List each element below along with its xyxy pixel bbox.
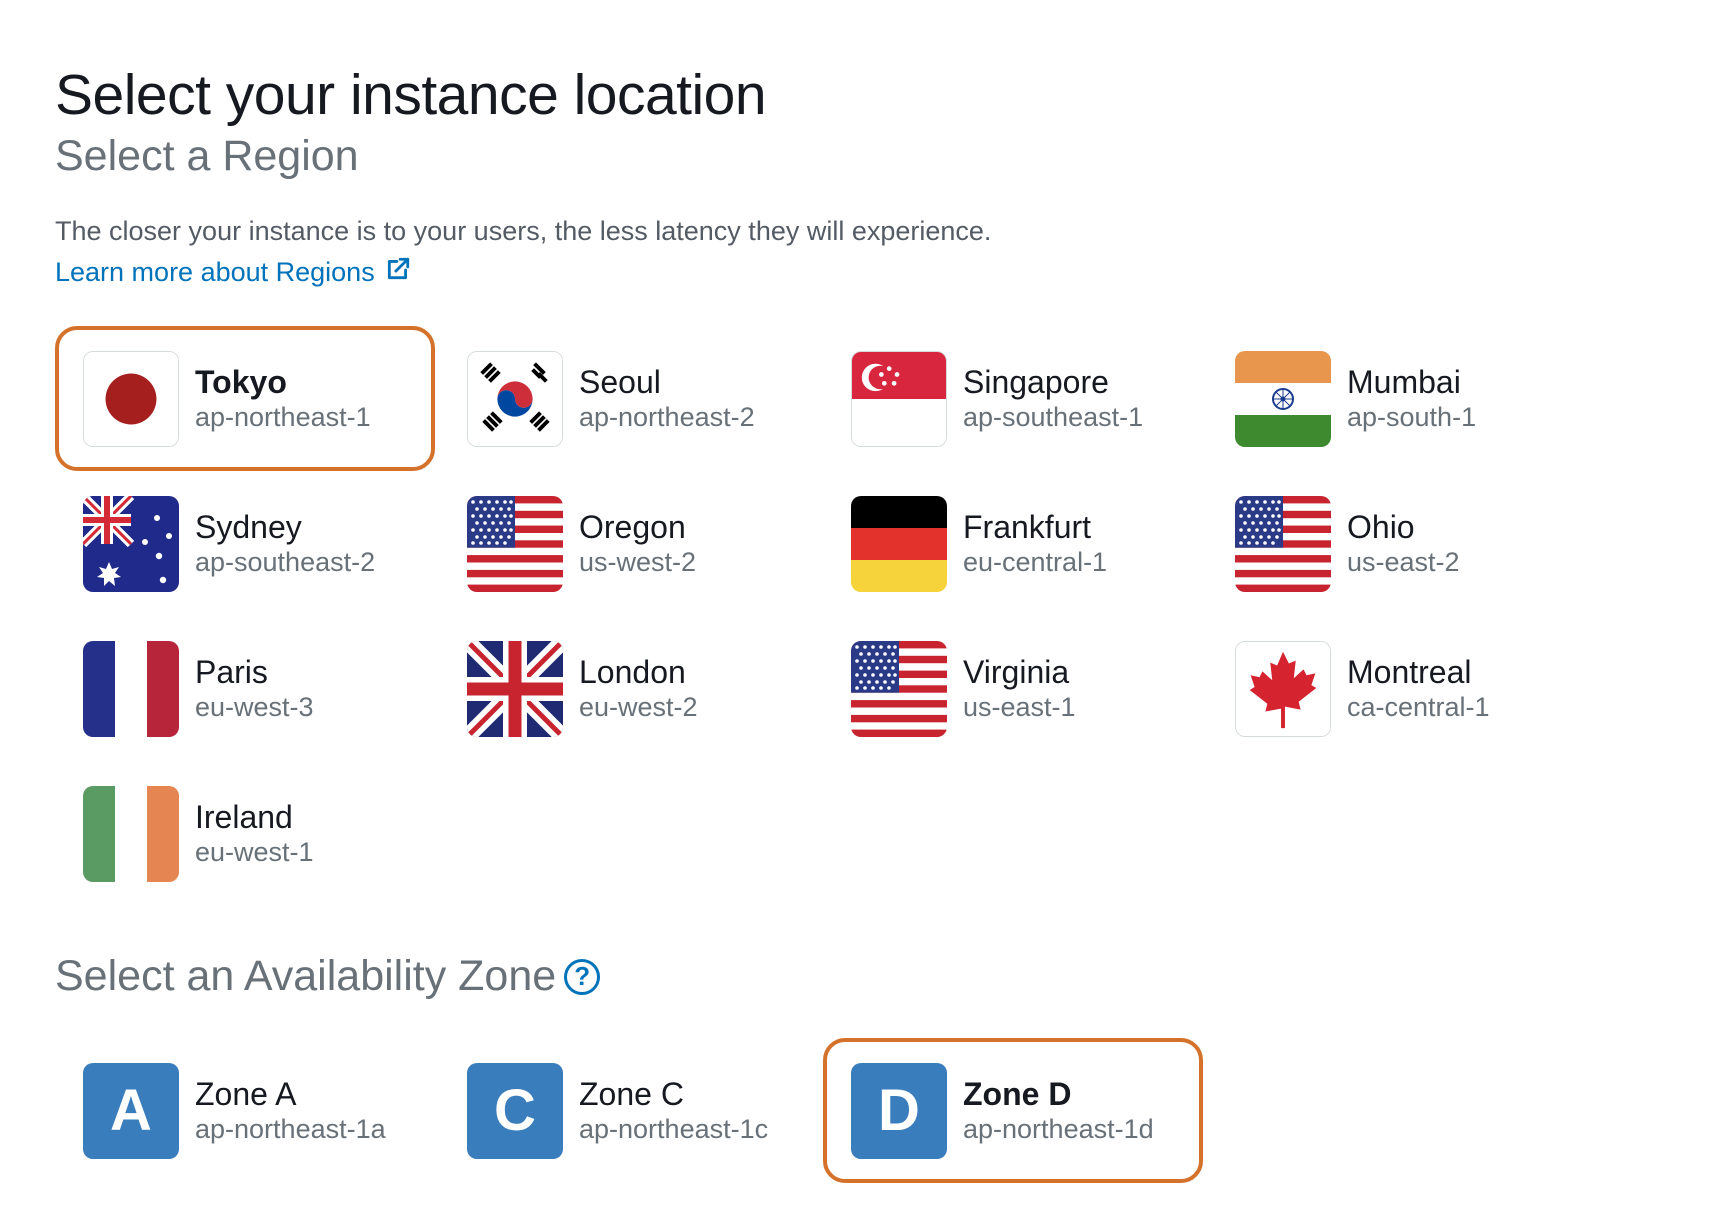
region-tile-paris[interactable]: Paris eu-west-3 bbox=[55, 616, 435, 761]
region-name: Tokyo bbox=[195, 363, 287, 400]
germany-flag-icon bbox=[851, 495, 947, 592]
zone-code: ap-northeast-1c bbox=[579, 1114, 769, 1145]
region-tile-london[interactable]: London eu-west-2 bbox=[439, 616, 819, 761]
region-code: ap-southeast-2 bbox=[195, 547, 376, 578]
region-name: Oregon bbox=[579, 508, 686, 545]
region-grid: Tokyo ap-northeast-1 Seoul ap-northeast-… bbox=[55, 326, 1595, 906]
region-name: Montreal bbox=[1347, 653, 1472, 690]
region-name: Singapore bbox=[963, 363, 1109, 400]
region-name: Mumbai bbox=[1347, 363, 1461, 400]
region-tile-sydney[interactable]: Sydney ap-southeast-2 bbox=[55, 471, 435, 616]
japan-flag-icon bbox=[83, 350, 179, 447]
external-link-icon bbox=[385, 256, 411, 289]
help-icon[interactable]: ? bbox=[564, 958, 601, 995]
usa-flag-icon bbox=[1235, 495, 1331, 592]
region-description: The closer your instance is to your user… bbox=[55, 216, 992, 246]
region-tile-virginia[interactable]: Virginia us-east-1 bbox=[823, 616, 1203, 761]
australia-flag-icon bbox=[83, 495, 179, 592]
region-code: ca-central-1 bbox=[1347, 692, 1490, 723]
region-tile-ireland[interactable]: Ireland eu-west-1 bbox=[55, 761, 435, 906]
region-tile-oregon[interactable]: Oregon us-west-2 bbox=[439, 471, 819, 616]
region-code: us-east-1 bbox=[963, 692, 1076, 723]
region-code: eu-west-2 bbox=[579, 692, 698, 723]
region-name: London bbox=[579, 653, 686, 690]
region-code: ap-south-1 bbox=[1347, 402, 1477, 433]
region-name: Ohio bbox=[1347, 508, 1415, 545]
france-flag-icon bbox=[83, 640, 179, 737]
region-tile-tokyo[interactable]: Tokyo ap-northeast-1 bbox=[55, 326, 435, 471]
zone-tile-a[interactable]: A Zone A ap-northeast-1a bbox=[55, 1038, 435, 1183]
singapore-flag-icon bbox=[851, 350, 947, 447]
zone-name: Zone A bbox=[195, 1075, 297, 1112]
zone-heading: Select an Availability Zone bbox=[55, 952, 557, 1000]
region-code: eu-west-3 bbox=[195, 692, 314, 723]
region-name: Ireland bbox=[195, 798, 293, 835]
region-code: ap-northeast-1 bbox=[195, 402, 371, 433]
zone-grid: A Zone A ap-northeast-1a C Zone C ap-nor… bbox=[55, 1038, 1595, 1183]
region-code: us-east-2 bbox=[1347, 547, 1460, 578]
region-code: ap-southeast-1 bbox=[963, 402, 1144, 433]
region-name: Paris bbox=[195, 653, 268, 690]
zone-c-icon: C bbox=[467, 1062, 563, 1159]
zone-d-icon: D bbox=[851, 1062, 947, 1159]
region-name: Frankfurt bbox=[963, 508, 1092, 545]
zone-code: ap-northeast-1d bbox=[963, 1114, 1154, 1145]
region-tile-frankfurt[interactable]: Frankfurt eu-central-1 bbox=[823, 471, 1203, 616]
region-tile-montreal[interactable]: Montreal ca-central-1 bbox=[1207, 616, 1587, 761]
region-tile-singapore[interactable]: Singapore ap-southeast-1 bbox=[823, 326, 1203, 471]
zone-code: ap-northeast-1a bbox=[195, 1114, 386, 1145]
page-title: Select your instance location bbox=[55, 63, 767, 127]
india-flag-icon bbox=[1235, 350, 1331, 447]
region-tile-mumbai[interactable]: Mumbai ap-south-1 bbox=[1207, 326, 1587, 471]
zone-heading-row: Select an Availability Zone ? bbox=[55, 952, 601, 1001]
canada-flag-icon bbox=[1235, 640, 1331, 737]
region-code: us-west-2 bbox=[579, 547, 697, 578]
zone-tile-d[interactable]: D Zone D ap-northeast-1d bbox=[823, 1038, 1203, 1183]
learn-more-label: Learn more about Regions bbox=[55, 257, 375, 287]
region-code: eu-west-1 bbox=[195, 837, 314, 868]
learn-more-regions-link[interactable]: Learn more about Regions bbox=[55, 256, 411, 289]
zone-tile-c[interactable]: C Zone C ap-northeast-1c bbox=[439, 1038, 819, 1183]
zone-a-icon: A bbox=[83, 1062, 179, 1159]
region-name: Sydney bbox=[195, 508, 302, 545]
region-name: Seoul bbox=[579, 363, 661, 400]
south-korea-flag-icon bbox=[467, 350, 563, 447]
region-tile-ohio[interactable]: Ohio us-east-2 bbox=[1207, 471, 1587, 616]
usa-flag-icon bbox=[467, 495, 563, 592]
region-tile-seoul[interactable]: Seoul ap-northeast-2 bbox=[439, 326, 819, 471]
zone-name: Zone D bbox=[963, 1075, 1072, 1112]
zone-name: Zone C bbox=[579, 1075, 684, 1112]
region-name: Virginia bbox=[963, 653, 1070, 690]
region-code: eu-central-1 bbox=[963, 547, 1108, 578]
ireland-flag-icon bbox=[83, 785, 179, 882]
region-code: ap-northeast-2 bbox=[579, 402, 755, 433]
uk-flag-icon bbox=[467, 640, 563, 737]
usa-flag-icon bbox=[851, 640, 947, 737]
region-heading: Select a Region bbox=[55, 132, 359, 180]
